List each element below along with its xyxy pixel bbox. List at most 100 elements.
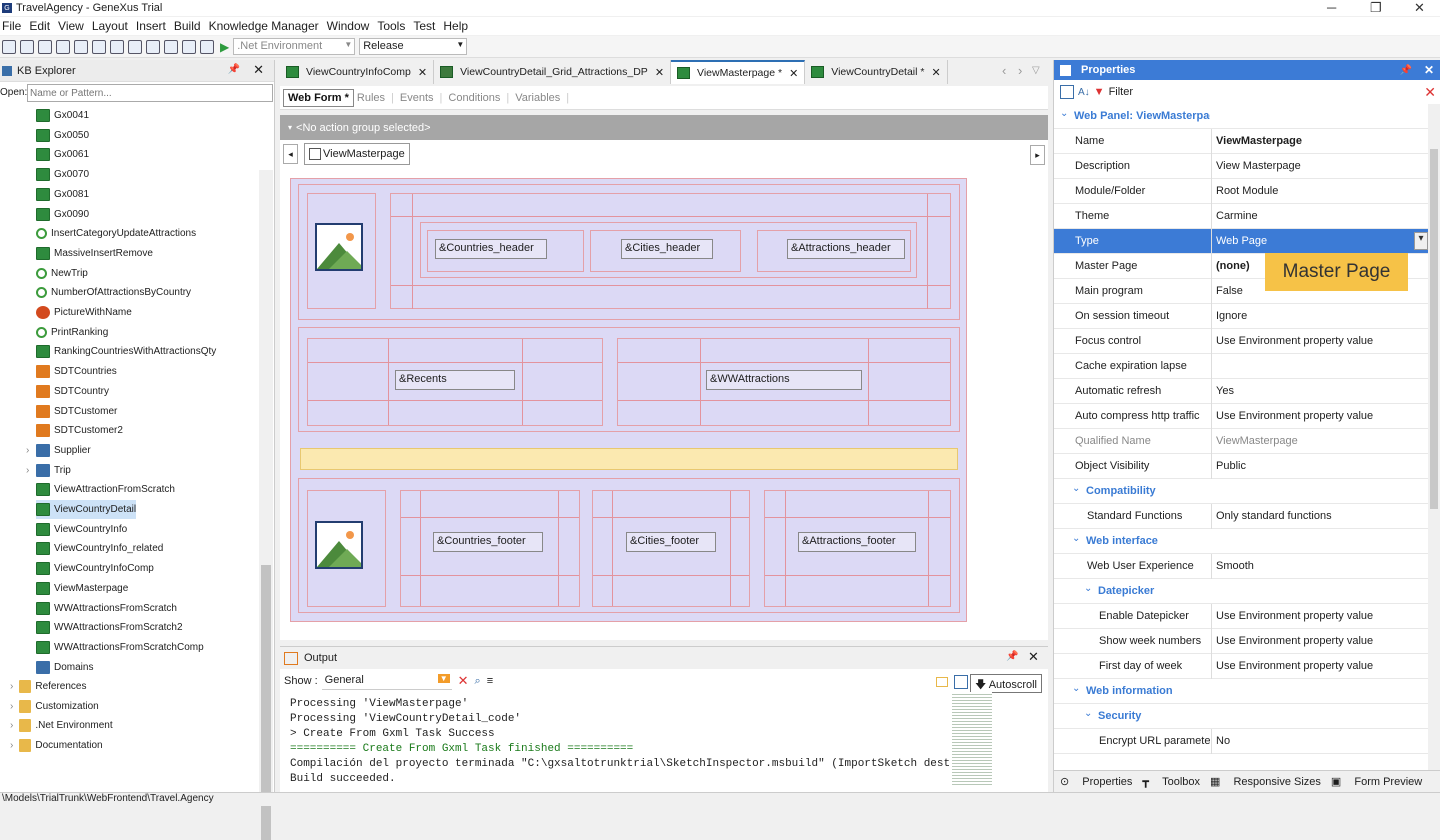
kb-tree-item[interactable]: WWAttractionsFromScratch [36, 599, 177, 618]
new-icon[interactable] [2, 39, 16, 54]
property-row[interactable]: Module/Folder Root Module [1054, 179, 1429, 204]
property-row[interactable]: Name ViewMasterpage [1054, 129, 1429, 154]
kb-tree-item[interactable]: WWAttractionsFromScratchComp [36, 638, 204, 657]
property-category[interactable]: ⌄ Web interface [1054, 529, 1429, 554]
kb-tree-item[interactable]: Domains [36, 658, 93, 677]
kb-tree-item[interactable]: RankingCountriesWithAttractionsQty [36, 342, 216, 361]
config-select[interactable]: Release ▼ [359, 38, 468, 55]
header-image[interactable] [315, 223, 363, 271]
clear-icon[interactable]: ✕ [458, 673, 469, 689]
paste-icon[interactable] [92, 39, 106, 54]
collapse-icon[interactable]: ⌄ [1084, 583, 1092, 594]
property-value[interactable]: No [1216, 735, 1230, 747]
property-category[interactable]: ⌄ Datepicker [1054, 579, 1429, 604]
attractions-header-field[interactable]: &Attractions_header [787, 239, 905, 259]
cities-footer-field[interactable]: &Cities_footer [626, 532, 716, 552]
kb-tree-item[interactable]: ViewCountryInfoComp [36, 559, 154, 578]
cities-header-field[interactable]: &Cities_header [621, 239, 713, 259]
property-category[interactable]: ⌄ Web Panel: ViewMasterpage [1054, 104, 1429, 129]
kb-search-input[interactable] [27, 84, 273, 102]
tab-properties[interactable]: ⊙ Properties [1060, 775, 1132, 788]
kb-tree-item[interactable]: Gx0070 [36, 165, 89, 184]
menu-window[interactable]: Window [327, 19, 370, 33]
property-row[interactable]: First day of week Use Environment propert… [1054, 654, 1429, 679]
tab-responsive-sizes[interactable]: ▦ Responsive Sizes [1210, 775, 1321, 788]
kb-root-item[interactable]: › Documentation [10, 736, 103, 755]
close-icon[interactable]: ✕ [931, 66, 940, 79]
kb-tree-item[interactable]: ViewCountryDetail [36, 500, 137, 519]
property-row[interactable]: Type Web Page ▾ [1054, 229, 1429, 254]
property-row[interactable]: On session timeout Ignore [1054, 304, 1429, 329]
kb-root-item[interactable]: › .Net Environment [10, 716, 113, 735]
tab-toolbox[interactable]: ┳ Toolbox [1142, 775, 1200, 788]
tab-conditions[interactable]: Conditions [445, 92, 503, 104]
tab-rules[interactable]: Rules [354, 92, 388, 104]
property-value[interactable]: Web Page [1216, 235, 1267, 247]
save-icon[interactable] [20, 39, 34, 54]
tab-list-icon[interactable]: ▽ [1032, 65, 1040, 76]
kb-tree-item[interactable]: NumberOfAttractionsByCountry [36, 283, 191, 302]
expand-icon[interactable]: › [10, 681, 13, 692]
redo-icon[interactable] [128, 39, 142, 54]
kb-tree-item[interactable]: Gx0061 [36, 145, 89, 164]
tab-scroll-right-icon[interactable]: › [1018, 63, 1022, 78]
tab-scroll-left-icon[interactable]: ‹ [1002, 63, 1006, 78]
countries-header-field[interactable]: &Countries_header [435, 239, 547, 259]
properties-scrollbar[interactable] [1428, 104, 1440, 770]
cut-icon[interactable] [56, 39, 70, 54]
expand-icon[interactable]: › [10, 701, 13, 712]
autoscroll-button[interactable]: 🡇 Autoscroll [969, 674, 1042, 693]
property-row[interactable]: Encrypt URL paramete No [1054, 729, 1429, 754]
menu-insert[interactable]: Insert [136, 19, 166, 33]
property-value[interactable]: View Masterpage [1216, 160, 1301, 172]
cancel-build-icon[interactable] [200, 39, 214, 54]
save-output-icon[interactable] [954, 675, 968, 689]
kb-tree-item[interactable]: › Supplier [26, 441, 91, 460]
close-window-icon[interactable]: ✕ [1414, 0, 1425, 16]
nav-left-icon[interactable]: ◂ [283, 144, 298, 164]
property-value[interactable]: False [1216, 285, 1243, 297]
kb-tree-item[interactable]: SDTCountry [36, 382, 109, 401]
search-icon[interactable]: ⌕ [475, 675, 481, 688]
copy-icon[interactable] [74, 39, 88, 54]
pin-icon[interactable]: 📌 [228, 64, 240, 75]
filter-label[interactable]: Filter [1109, 86, 1133, 98]
nav-right-icon[interactable]: ▸ [1030, 145, 1045, 165]
menu-edit[interactable]: Edit [29, 19, 50, 33]
countries-footer-field[interactable]: &Countries_footer [433, 532, 543, 552]
tab-variables[interactable]: Variables [512, 92, 563, 104]
expand-icon[interactable]: › [10, 740, 13, 751]
menu-layout[interactable]: Layout [92, 19, 128, 33]
property-row[interactable]: Show week numbers Use Environment propert… [1054, 629, 1429, 654]
menu-test[interactable]: Test [413, 19, 435, 33]
kb-tree-item[interactable]: SDTCountries [36, 362, 117, 381]
close-icon[interactable]: ✕ [1424, 63, 1434, 77]
attractions-footer-field[interactable]: &Attractions_footer [798, 532, 916, 552]
kb-tree-item[interactable]: Gx0081 [36, 185, 89, 204]
property-value[interactable]: Smooth [1216, 560, 1254, 572]
property-value[interactable]: Only standard functions [1216, 510, 1332, 522]
tab-viewcountrydetail-grid[interactable]: ViewCountryDetail_Grid_Attractions_DP ✕ [434, 60, 672, 84]
property-row[interactable]: Cache expiration lapse [1054, 354, 1429, 379]
property-row[interactable]: Theme Carmine [1054, 204, 1429, 229]
kb-tree-item[interactable]: WWAttractionsFromScratch2 [36, 618, 183, 637]
footer-image[interactable] [315, 521, 363, 569]
kb-root-item[interactable]: › References [10, 677, 86, 696]
menu-view[interactable]: View [58, 19, 84, 33]
minimize-icon[interactable]: ─ [1327, 0, 1336, 15]
property-value[interactable]: Public [1216, 460, 1246, 472]
property-row[interactable]: Description View Masterpage [1054, 154, 1429, 179]
environment-select[interactable]: .Net Environment ▼ [233, 38, 356, 55]
show-select[interactable]: General ▼ [321, 672, 452, 690]
kb-scrollbar[interactable] [259, 170, 273, 840]
chevron-down-icon[interactable]: ▾ [1414, 232, 1428, 250]
pin-icon[interactable]: 📌 [1006, 651, 1018, 662]
close-icon[interactable]: ✕ [789, 67, 798, 80]
kb-tree-item[interactable]: ViewAttractionFromScratch [36, 480, 175, 499]
tab-form-preview[interactable]: ▣ Form Preview [1331, 775, 1422, 788]
clear-filter-icon[interactable]: ✕ [1424, 84, 1436, 101]
collapse-icon[interactable]: ⌄ [1060, 108, 1068, 119]
close-icon[interactable]: ✕ [253, 62, 264, 78]
property-value[interactable]: Use Environment property value [1216, 335, 1373, 347]
kb-tree-item[interactable]: ViewCountryInfo_related [36, 539, 163, 558]
